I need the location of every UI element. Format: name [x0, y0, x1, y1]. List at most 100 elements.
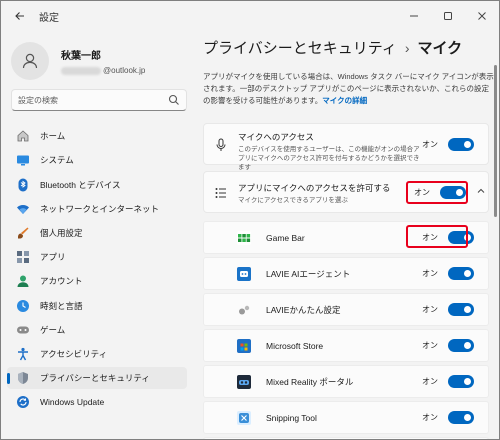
shield-icon — [16, 371, 30, 385]
app-state-label: オン — [422, 413, 438, 422]
lavie-ai-agent-icon — [237, 266, 251, 281]
sidebar-item-label: 時刻と言語 — [40, 300, 83, 311]
minimize-icon — [410, 15, 418, 17]
windows-update-icon — [16, 395, 30, 409]
sidebar-item-label: ホーム — [40, 131, 66, 142]
account-icon — [16, 274, 30, 288]
close-icon — [478, 12, 486, 20]
app-name: Mixed Reality ポータル — [266, 376, 354, 387]
app-name: LAVIEかんたん設定 — [266, 304, 341, 315]
app-toggle-group: オン — [422, 267, 474, 280]
minimize-button[interactable] — [397, 1, 431, 31]
app-row-lavie-easy-settings: LAVIEかんたん設定 オン — [203, 293, 489, 326]
sidebar-item-label: システム — [40, 155, 74, 166]
breadcrumb-parent[interactable]: プライバシーとセキュリティ — [203, 37, 397, 58]
settings-window: 設定 秋葉一郎 @outlook.jp 設定の検索 ホーム システム Bluet… — [0, 0, 500, 440]
sidebar-item-home[interactable]: ホーム — [7, 125, 187, 148]
sidebar-item-accounts[interactable]: アカウント — [7, 270, 187, 293]
app-name: Snipping Tool — [266, 412, 317, 423]
sidebar-item-label: アプリ — [40, 252, 66, 263]
search-input[interactable] — [18, 95, 168, 105]
page-description: アプリがマイクを使用している場合は、Windows タスク バーにマイク アイコ… — [203, 71, 495, 107]
sidebar-item-label: ゲーム — [40, 324, 66, 335]
mixed-reality-toggle[interactable] — [448, 375, 474, 388]
page-title: マイク — [417, 40, 463, 57]
app-row-lavie-ai-agent: LAVIE AIエージェント オン — [203, 257, 489, 290]
learn-more-link[interactable]: マイクの詳細 — [322, 96, 367, 105]
main-content: プライバシーとセキュリティ › マイク アプリがマイクを使用している場合は、Wi… — [197, 31, 499, 439]
app-toggle-group: オン — [422, 411, 474, 424]
app-toggle-group: オン — [422, 339, 474, 352]
mic-access-toggle[interactable] — [448, 138, 474, 151]
sidebar-item-bluetooth[interactable]: Bluetooth とデバイス — [7, 173, 187, 196]
app-state-label: オン — [422, 305, 438, 314]
sidebar-item-label: Windows Update — [40, 397, 105, 408]
game-bar-icon — [237, 230, 251, 245]
sidebar-item-label: プライバシーとセキュリティ — [40, 373, 150, 384]
highlight-box-app-access — [406, 181, 468, 204]
bluetooth-icon — [16, 178, 30, 192]
sidebar-nav: ホーム システム Bluetooth とデバイス ネットワークとインターネット — [7, 125, 187, 415]
microsoft-store-icon — [237, 338, 251, 353]
maximize-button[interactable] — [431, 1, 465, 31]
highlight-box-game-bar — [406, 225, 468, 248]
app-toggle-group: オン — [422, 375, 474, 388]
snipping-tool-icon — [237, 410, 251, 425]
app-access-title: アプリにマイクへのアクセスを許可する — [238, 183, 391, 193]
profile-email: @outlook.jp — [61, 66, 145, 75]
chevron-up-icon[interactable] — [476, 186, 486, 198]
apps-icon — [16, 250, 30, 264]
mixed-reality-icon — [237, 374, 251, 389]
breadcrumb-separator: › — [404, 39, 410, 56]
app-name: Game Bar — [266, 232, 305, 243]
mic-access-state-label: オン — [422, 140, 438, 149]
app-row-microsoft-store: Microsoft Store オン — [203, 329, 489, 362]
email-redaction — [61, 66, 101, 75]
search-box[interactable] — [11, 89, 187, 111]
back-arrow-icon — [15, 12, 24, 20]
app-access-subtitle: マイクにアクセスできるアプリを選ぶ — [238, 197, 348, 204]
mic-access-card: マイクへのアクセス このデバイスを使用するユーザーは、この機能がオンの場合アプリ… — [203, 123, 489, 171]
sidebar-item-label: 個人用設定 — [40, 228, 83, 238]
search-icon[interactable] — [168, 94, 180, 106]
sidebar-item-time-language[interactable]: 時刻と言語 — [7, 294, 187, 317]
home-icon — [16, 129, 30, 143]
sidebar-item-label: Bluetooth とデバイス — [40, 179, 121, 190]
app-name: Microsoft Store — [266, 340, 324, 351]
time-language-icon — [16, 299, 30, 313]
close-button[interactable] — [465, 1, 499, 31]
profile-email-suffix: @outlook.jp — [103, 66, 146, 75]
user-profile[interactable]: 秋葉一郎 @outlook.jp — [11, 37, 195, 85]
lavie-ai-agent-toggle[interactable] — [448, 267, 474, 280]
sidebar-item-gaming[interactable]: ゲーム — [7, 319, 187, 342]
sidebar-item-label: アカウント — [40, 276, 83, 287]
microsoft-store-toggle[interactable] — [448, 339, 474, 352]
sidebar-item-privacy-security[interactable]: プライバシーとセキュリティ — [7, 366, 187, 390]
title-bar: 設定 — [1, 1, 499, 31]
app-state-label: オン — [422, 377, 438, 386]
app-row-mixed-reality: Mixed Reality ポータル オン — [203, 365, 489, 398]
sidebar-item-accessibility[interactable]: アクセシビリティ — [7, 343, 187, 366]
sidebar: 秋葉一郎 @outlook.jp ホーム シス — [1, 31, 197, 439]
profile-name: 秋葉一郎 — [61, 51, 101, 62]
back-button[interactable] — [7, 4, 33, 28]
list-icon — [214, 186, 228, 200]
app-state-label: オン — [422, 269, 438, 278]
mic-access-subtitle: このデバイスを使用するユーザーは、この機能がオンの場合アプリにマイクへのアクセス… — [238, 146, 420, 171]
sidebar-item-network[interactable]: ネットワークとインターネット — [7, 198, 187, 221]
app-toggle-group: オン — [422, 303, 474, 316]
system-icon — [16, 153, 30, 167]
sidebar-item-apps[interactable]: アプリ — [7, 246, 187, 269]
scrollbar[interactable] — [494, 65, 497, 217]
snipping-tool-toggle[interactable] — [448, 411, 474, 424]
breadcrumb: プライバシーとセキュリティ › マイク — [203, 37, 462, 58]
app-row-snipping-tool: Snipping Tool オン — [203, 401, 489, 434]
window-controls — [397, 1, 499, 31]
person-icon — [22, 53, 38, 69]
lavie-easy-settings-toggle[interactable] — [448, 303, 474, 316]
mic-access-title: マイクへのアクセス — [238, 132, 314, 142]
microphone-icon — [214, 138, 228, 152]
sidebar-item-windows-update[interactable]: Windows Update — [7, 391, 187, 414]
sidebar-item-personalization[interactable]: 個人用設定 — [7, 222, 187, 245]
sidebar-item-system[interactable]: システム — [7, 149, 187, 172]
